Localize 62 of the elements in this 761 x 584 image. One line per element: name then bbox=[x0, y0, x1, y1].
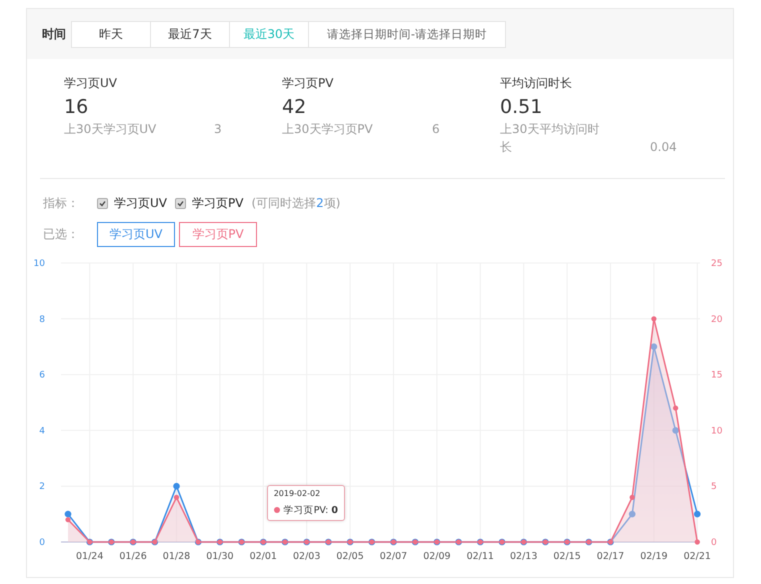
point bbox=[628, 510, 636, 518]
y-axis-label: 5 bbox=[711, 482, 717, 492]
y-axis-label: 10 bbox=[34, 259, 45, 269]
metric-label: 学习页PV bbox=[282, 75, 334, 92]
x-axis-label: 01/30 bbox=[206, 551, 234, 562]
previous-value: 6 bbox=[432, 121, 440, 138]
point bbox=[694, 539, 700, 545]
indicator-label: 指标： bbox=[43, 195, 80, 212]
selection-hint: (可同时选择2项) bbox=[251, 195, 340, 212]
point bbox=[65, 517, 71, 522]
x-axis-label: 01/24 bbox=[76, 551, 104, 562]
x-axis-label: 02/09 bbox=[423, 551, 451, 562]
x-axis-label: 01/28 bbox=[162, 551, 190, 562]
previous-label: 上30天平均访问时长 bbox=[500, 121, 600, 156]
metric-value: 16 bbox=[64, 96, 88, 118]
series-dot bbox=[274, 507, 280, 513]
metric-value: 0.51 bbox=[500, 96, 542, 118]
x-axis-label: 02/15 bbox=[553, 551, 581, 562]
point bbox=[630, 494, 635, 500]
indicator-option[interactable]: 学习页UV bbox=[114, 195, 167, 212]
point bbox=[173, 482, 180, 490]
x-axis-label: 02/13 bbox=[510, 551, 538, 562]
y-axis-label: 0 bbox=[711, 538, 717, 548]
point bbox=[64, 510, 72, 518]
y-axis-label: 4 bbox=[39, 426, 45, 436]
previous-value: 0.04 bbox=[650, 139, 677, 156]
y-axis-label: 15 bbox=[711, 370, 722, 381]
y-axis-label: 25 bbox=[711, 259, 722, 269]
checkbox[interactable] bbox=[175, 198, 186, 209]
y-axis-label: 0 bbox=[39, 538, 45, 548]
y-axis-label: 10 bbox=[711, 426, 722, 436]
indicator-option[interactable]: 学习页PV bbox=[192, 195, 244, 212]
y-axis-label: 20 bbox=[711, 314, 722, 325]
x-axis-label: 02/17 bbox=[596, 551, 624, 562]
metric-label: 平均访问时长 bbox=[500, 75, 572, 92]
metric-label: 学习页UV bbox=[64, 75, 117, 92]
y-axis-label: 8 bbox=[39, 314, 45, 325]
point bbox=[174, 494, 180, 500]
point bbox=[672, 427, 679, 434]
point bbox=[694, 510, 701, 518]
point bbox=[651, 316, 656, 322]
time-label: 时间 bbox=[42, 26, 66, 42]
metric-value: 42 bbox=[282, 96, 306, 118]
tooltip-date: 2019-02-02 bbox=[274, 489, 322, 498]
x-axis-label: 02/05 bbox=[336, 551, 364, 562]
previous-label: 上30天学习页UV bbox=[64, 121, 158, 138]
tooltip-value: 学习页PV: 0 bbox=[284, 505, 338, 516]
x-axis-label: 02/03 bbox=[293, 551, 320, 562]
previous-label: 上30天学习页PV bbox=[282, 121, 374, 138]
point bbox=[673, 405, 678, 411]
x-axis-label: 02/21 bbox=[684, 551, 711, 562]
previous-value: 3 bbox=[214, 121, 222, 138]
x-axis-label: 02/11 bbox=[466, 551, 494, 562]
checkbox[interactable] bbox=[97, 198, 108, 209]
selected-label: 已选： bbox=[43, 226, 80, 243]
y-axis-label: 6 bbox=[39, 370, 45, 381]
point bbox=[650, 343, 658, 350]
x-axis-label: 01/26 bbox=[119, 551, 147, 562]
x-axis-label: 02/19 bbox=[640, 551, 668, 562]
y-axis-label: 2 bbox=[39, 482, 45, 492]
x-axis-label: 02/07 bbox=[380, 551, 408, 562]
x-axis-label: 02/01 bbox=[250, 551, 277, 562]
